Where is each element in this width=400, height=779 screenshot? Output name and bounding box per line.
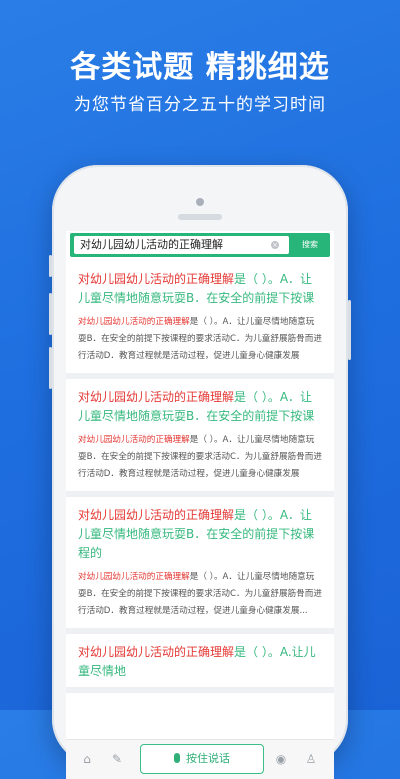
results-list: 对幼儿园幼儿活动的正确理解是（ ）。A．让儿童尽情地随意玩耍B．在安全的前提下按… [66, 261, 334, 693]
hold-to-talk-button[interactable]: 按住说话 [140, 744, 264, 774]
clear-icon[interactable]: × [271, 241, 279, 249]
result-title[interactable]: 对幼儿园幼儿活动的正确理解是（ ）。A.让儿童尽情地 [78, 643, 322, 681]
home-icon[interactable]: ⌂ [80, 752, 94, 766]
result-title[interactable]: 对幼儿园幼儿活动的正确理解是（ ）。A．让儿童尽情地随意玩耍B．在安全的前提下按… [78, 270, 322, 308]
result-snippet: 对幼儿园幼儿活动的正确理解是（ ）。A．让儿童尽情地随意玩耍B．在安全的前提下按… [78, 317, 322, 361]
app-screen: 对幼儿园幼儿活动的正确理解 × 搜索 对幼儿园幼儿活动的正确理解是（ ）。A．让… [66, 231, 334, 779]
result-snippet: 对幼儿园幼儿活动的正确理解是（ ）。A．让儿童尽情地随意玩耍B．在安全的前提下按… [78, 435, 322, 479]
profile-icon[interactable]: ♙ [304, 752, 318, 766]
bottom-toolbar: ⌂ ✎ 按住说话 ◉ ♙ [66, 739, 334, 779]
subline: 为您节省百分之五十的学习时间 [74, 95, 326, 115]
volume-up-button [49, 293, 52, 335]
volume-down-button [49, 347, 52, 389]
microphone-icon [174, 753, 180, 763]
voice-label: 按住说话 [186, 752, 230, 765]
search-bar: 对幼儿园幼儿活动的正确理解 × 搜索 [70, 233, 330, 257]
search-button[interactable]: 搜索 [294, 237, 326, 253]
result-title[interactable]: 对幼儿园幼儿活动的正确理解是（ ）。A．让儿童尽情地随意玩耍B．在安全的前提下按… [78, 506, 322, 563]
edit-icon[interactable]: ✎ [110, 752, 124, 766]
result-snippet: 对幼儿园幼儿活动的正确理解是（ ）。A．让儿童尽情地随意玩耍B．在安全的前提下按… [78, 572, 322, 616]
result-title[interactable]: 对幼儿园幼儿活动的正确理解是（ ）。A．让儿童尽情地随意玩耍B．在安全的前提下按… [78, 388, 322, 426]
earpiece-speaker [178, 214, 222, 220]
result-card[interactable]: 对幼儿园幼儿活动的正确理解是（ ）。A.让儿童尽情地 [66, 634, 334, 693]
result-card[interactable]: 对幼儿园幼儿活动的正确理解是（ ）。A．让儿童尽情地随意玩耍B．在安全的前提下按… [66, 379, 334, 497]
phone-mockup: 对幼儿园幼儿活动的正确理解 × 搜索 对幼儿园幼儿活动的正确理解是（ ）。A．让… [49, 165, 351, 779]
headline: 各类试题 精挑细选 [70, 50, 330, 85]
camera-icon[interactable]: ◉ [274, 752, 288, 766]
power-button [348, 300, 351, 360]
search-input[interactable]: 对幼儿园幼儿活动的正确理解 [74, 236, 289, 254]
front-camera [196, 198, 204, 206]
result-card[interactable]: 对幼儿园幼儿活动的正确理解是（ ）。A．让儿童尽情地随意玩耍B．在安全的前提下按… [66, 497, 334, 634]
result-card[interactable]: 对幼儿园幼儿活动的正确理解是（ ）。A．让儿童尽情地随意玩耍B．在安全的前提下按… [66, 261, 334, 379]
mute-switch [49, 255, 52, 277]
